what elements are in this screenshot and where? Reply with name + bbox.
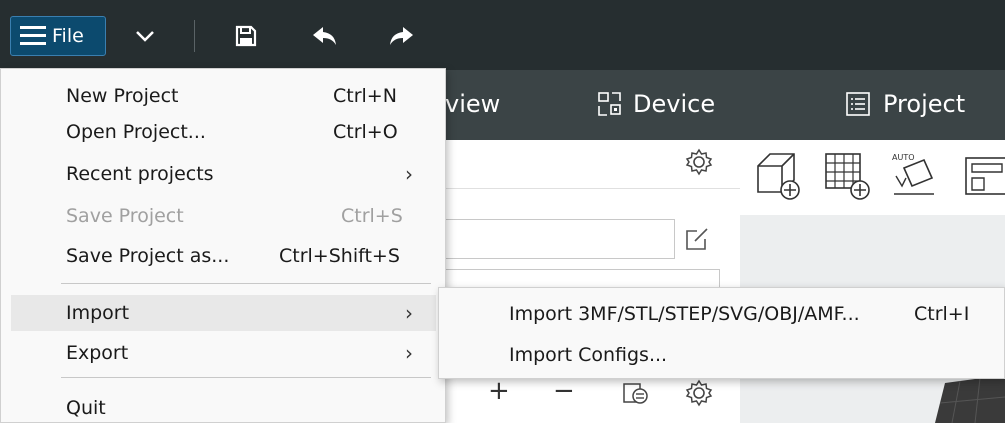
chevron-right-icon: › [405, 341, 413, 365]
auto-orient-icon[interactable]: AUTO [890, 150, 942, 202]
menu-separator [61, 377, 431, 378]
edit-icon[interactable] [683, 225, 711, 253]
gear-icon[interactable] [685, 148, 713, 176]
file-menu-label: File [52, 25, 84, 47]
add-cube-icon[interactable] [754, 150, 806, 202]
device-icon [598, 92, 621, 116]
redo-icon[interactable] [388, 26, 414, 46]
menu-item-import-configs[interactable]: Import Configs... [509, 344, 667, 366]
save-icon[interactable] [234, 24, 258, 48]
menu-item-recent-projects[interactable]: Recent projects [66, 163, 214, 185]
undo-icon[interactable] [312, 26, 338, 46]
add-plate-icon[interactable]: + [488, 376, 510, 406]
menu-separator [61, 283, 431, 284]
build-plate [935, 375, 1005, 423]
tab-bar: view Device Project [445, 70, 1005, 140]
tab-preview[interactable]: view [445, 90, 500, 118]
menu-item-save-project-as[interactable]: Save Project as... [66, 245, 229, 267]
file-menu-button[interactable]: File [10, 16, 106, 56]
remove-plate-icon[interactable]: − [553, 376, 575, 406]
shortcut-save-project: Ctrl+S [341, 205, 403, 227]
menu-item-export[interactable]: Export [66, 342, 128, 364]
tab-device[interactable]: Device [597, 90, 715, 118]
shortcut-open-project: Ctrl+O [333, 121, 398, 143]
add-plate-grid-icon[interactable] [822, 150, 874, 202]
shortcut-save-project-as: Ctrl+Shift+S [279, 245, 400, 267]
project-icon [846, 92, 870, 116]
plate-swap-icon[interactable] [620, 378, 650, 408]
import-submenu: Import 3MF/STL/STEP/SVG/OBJ/AMF... Ctrl+… [438, 287, 1005, 379]
chevron-right-icon: › [405, 162, 413, 186]
svg-text:AUTO: AUTO [892, 153, 915, 162]
name-input[interactable] [420, 219, 675, 259]
file-menu: New Project Ctrl+N Open Project... Ctrl+… [0, 68, 446, 423]
menu-item-import-models[interactable]: Import 3MF/STL/STEP/SVG/OBJ/AMF... [509, 303, 860, 325]
shortcut-new-project: Ctrl+N [333, 85, 397, 107]
tab-project-label: Project [883, 90, 966, 118]
menu-icon [20, 26, 46, 46]
plate-settings-icon[interactable] [685, 379, 713, 407]
shortcut-import-models: Ctrl+I [914, 303, 970, 325]
tab-device-label: Device [633, 90, 716, 118]
tab-project[interactable]: Project [845, 90, 965, 118]
canvas-toolbar: AUTO [740, 140, 1005, 215]
menu-item-new-project[interactable]: New Project [66, 85, 179, 107]
menu-item-quit[interactable]: Quit [66, 397, 106, 419]
menu-item-save-project[interactable]: Save Project [66, 205, 184, 227]
chevron-right-icon: › [405, 301, 413, 325]
title-bar: File [0, 0, 1005, 70]
tab-preview-label: view [445, 90, 501, 118]
menu-item-import[interactable]: Import [66, 302, 129, 324]
arrange-icon[interactable] [962, 150, 1005, 202]
menu-item-open-project[interactable]: Open Project... [66, 121, 206, 143]
toolbar-separator [194, 20, 195, 52]
chevron-down-icon[interactable] [135, 30, 155, 42]
